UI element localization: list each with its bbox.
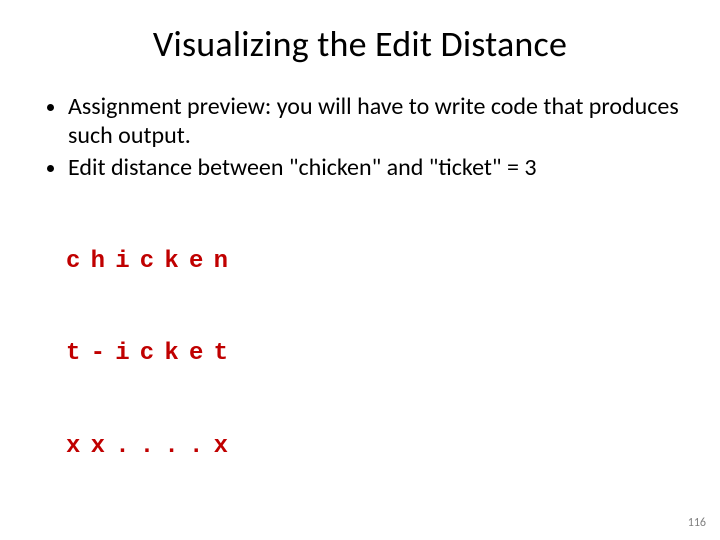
alignment-row-source: chicken: [66, 247, 680, 278]
slide: Visualizing the Edit Distance Assignment…: [0, 0, 720, 540]
alignment-row-ops: xx....x: [66, 432, 680, 463]
slide-title: Visualizing the Edit Distance: [40, 22, 680, 66]
alignment-row-target: t-icket: [66, 339, 680, 370]
bullet-item: Edit distance between "chicken" and "tic…: [68, 153, 680, 182]
page-number: 116: [688, 516, 706, 530]
edit-distance-alignment: chicken t-icket xx....x: [66, 186, 680, 524]
top-bullet-list: Assignment preview: you will have to wri…: [40, 92, 680, 182]
bullet-item: Assignment preview: you will have to wri…: [68, 92, 680, 151]
